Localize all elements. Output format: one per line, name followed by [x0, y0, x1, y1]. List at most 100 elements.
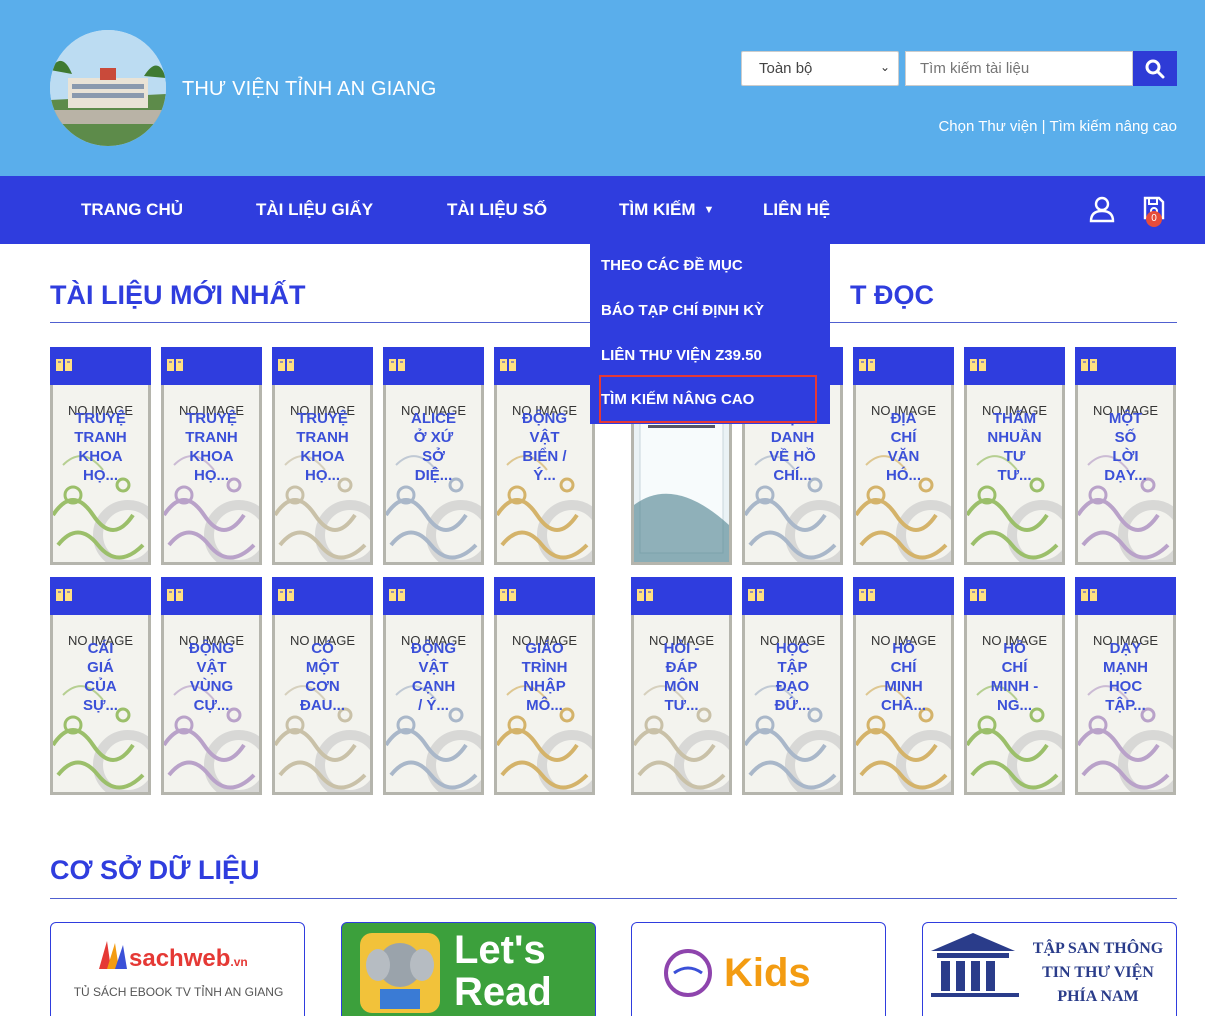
book-card[interactable]: NO IMAGE HỎI - ĐÁP MÔN TƯ... — [631, 577, 732, 795]
book-cover[interactable]: NO IMAGE GIÁO TRÌNH NHẬP MÔ... — [497, 615, 592, 792]
book-title[interactable]: TRUYỆ TRANH KHOA HỌ... — [275, 409, 370, 485]
book-title[interactable]: ĐỊA CHÍ VĂN HÓ... — [856, 409, 951, 485]
user-icon[interactable] — [1088, 195, 1116, 223]
saved-count-badge: 0 — [1146, 211, 1162, 227]
book-cover[interactable]: NO IMAGE ĐỘNG VẬT CẠNH / Ý... — [386, 615, 481, 792]
book-title[interactable]: HỎI - ĐÁP MÔN TƯ... — [634, 639, 729, 715]
book-title-line: HỌ... — [82, 467, 118, 484]
book-cover[interactable]: NO IMAGE TRUYỆ TRANH KHOA HỌ... — [275, 385, 370, 562]
book-cover[interactable]: NO IMAGE CÁI GIÁ CỦA SỰ... — [53, 615, 148, 792]
book-title[interactable]: TRUYỆ TRANH KHOA HỌ... — [164, 409, 259, 485]
book-card[interactable]: NO IMAGE MỘT SỐ LỜI DẠY... — [1075, 347, 1176, 565]
book-cover[interactable]: NO IMAGE HỎI - ĐÁP MÔN TƯ... — [634, 615, 729, 792]
book-card-header — [161, 347, 262, 385]
book-title-line: CƠN — [305, 678, 340, 695]
book-title-line: TRUYỆ — [186, 410, 237, 427]
book-title-line: MẠNH — [1103, 659, 1148, 676]
book-title-line: HỎI - — [663, 640, 700, 657]
book-open-icon — [500, 589, 516, 601]
book-title-line: VẬT — [196, 659, 227, 676]
book-cover[interactable]: NO IMAGE THẤM NHUẦN TƯ TƯ... — [967, 385, 1062, 562]
book-title-line: HỒ — [1003, 640, 1026, 657]
book-open-icon — [167, 589, 183, 601]
book-card[interactable]: NO IMAGE CÁI GIÁ CỦA SỰ... — [50, 577, 151, 795]
book-title-line: KHOA — [189, 448, 234, 465]
book-card-header — [161, 577, 262, 615]
database-card-lets-read[interactable]: Let's Read — [341, 922, 596, 1016]
book-title-line: CỰ... — [193, 697, 230, 714]
book-cover[interactable]: NO IMAGE ĐỘNG VẬT BIỂN / Ý... — [497, 385, 592, 562]
nav-print-documents[interactable]: TÀI LIỆU GIẤY — [256, 200, 373, 220]
search-icon — [1145, 59, 1165, 78]
book-title[interactable]: CÓ MỘT CƠN ĐAU... — [275, 639, 370, 715]
book-title[interactable]: TRUYỆ TRANH KHOA HỌ... — [53, 409, 148, 485]
book-open-icon — [1081, 589, 1097, 601]
book-cover[interactable]: NO IMAGE DẠY MẠNH HỌC TẬP... — [1078, 615, 1173, 792]
book-card[interactable]: NO IMAGE HỒ CHÍ MINH - NG... — [964, 577, 1065, 795]
book-title[interactable]: ĐỘNG VẬT VÙNG CỰ... — [164, 639, 259, 715]
book-card[interactable]: NO IMAGE TRUYỆ TRANH KHOA HỌ... — [161, 347, 262, 565]
nav-digital-documents[interactable]: TÀI LIỆU SỐ — [447, 200, 547, 220]
book-card[interactable]: NO IMAGE DẠY MẠNH HỌC TẬP... — [1075, 577, 1176, 795]
nav-home[interactable]: TRANG CHỦ — [81, 200, 183, 220]
book-title-line: ĐỘNG — [411, 640, 456, 657]
book-card[interactable]: NO IMAGE ĐỘNG VẬT VÙNG CỰ... — [161, 577, 262, 795]
book-cover[interactable]: NO IMAGE ĐỊA CHÍ VĂN HÓ... — [856, 385, 951, 562]
advanced-search-link[interactable]: Tìm kiếm nâng cao — [1049, 118, 1177, 135]
book-card[interactable]: NO IMAGE THẤM NHUẦN TƯ TƯ... — [964, 347, 1065, 565]
book-card-header — [964, 577, 1065, 615]
book-title-line: ĐỘNG — [189, 640, 234, 657]
book-title-line: CẠNH — [411, 678, 456, 695]
choose-library-link[interactable]: Chọn Thư viện — [938, 118, 1037, 135]
book-cover[interactable]: NO IMAGE ĐỘNG VẬT VÙNG CỰ... — [164, 615, 259, 792]
search-scope-select[interactable]: Toàn bộ ⌄ — [741, 51, 899, 86]
book-title[interactable]: ĐỘNG VẬT BIỂN / Ý... — [497, 409, 592, 485]
nav-search-label: TÌM KIẾM — [619, 200, 696, 219]
nav-search[interactable]: TÌM KIẾM ▼ — [619, 200, 714, 220]
book-card[interactable]: NO IMAGE TRUYỆ TRANH KHOA HỌ... — [50, 347, 151, 565]
book-title[interactable]: HỌC TẬP ĐẠO ĐỨ... — [745, 639, 840, 715]
book-card[interactable]: NO IMAGE HỒ CHÍ MINH CHÂ... — [853, 577, 954, 795]
book-card[interactable]: NO IMAGE CÓ MỘT CƠN ĐAU... — [272, 577, 373, 795]
search-input[interactable] — [905, 51, 1133, 86]
site-title[interactable]: THƯ VIỆN TỈNH AN GIANG — [182, 78, 436, 101]
book-title-line: TRANH — [296, 429, 349, 446]
book-cover[interactable]: NO IMAGE TRUYỆ TRANH KHOA HỌ... — [164, 385, 259, 562]
book-title[interactable]: THẤM NHUẦN TƯ TƯ... — [967, 409, 1062, 485]
book-card[interactable]: NO IMAGE ĐỘNG VẬT CẠNH / Ý... — [383, 577, 484, 795]
book-title[interactable]: HỒ CHÍ MINH CHÂ... — [856, 639, 951, 715]
library-logo[interactable] — [50, 30, 166, 146]
dropdown-item-by-subject[interactable]: THEO CÁC ĐỀ MỤC — [601, 257, 743, 274]
book-card[interactable]: NO IMAGE HỌC TẬP ĐẠO ĐỨ... — [742, 577, 843, 795]
dropdown-item-periodicals[interactable]: BÁO TẠP CHÍ ĐỊNH KỲ — [601, 302, 764, 319]
database-card-tap-san[interactable]: TẬP SAN THÔNG TIN THƯ VIỆN PHÍA NAM — [922, 922, 1177, 1016]
book-title[interactable]: ĐỘNG VẬT CẠNH / Ý... — [386, 639, 481, 715]
book-title[interactable]: DẠY MẠNH HỌC TẬP... — [1078, 639, 1173, 715]
book-title-line: TẬP — [777, 659, 808, 676]
book-card-header — [631, 577, 732, 615]
book-card[interactable]: NO IMAGE ĐỊA CHÍ VĂN HÓ... — [853, 347, 954, 565]
book-cover[interactable]: NO IMAGE ALICE Ở XỨ SỞ DIỆ... — [386, 385, 481, 562]
book-cover[interactable]: NO IMAGE HỒ CHÍ MINH - NG... — [967, 615, 1062, 792]
search-button[interactable] — [1133, 51, 1177, 86]
nav-contact[interactable]: LIÊN HỆ — [763, 200, 830, 220]
database-card-sachweb[interactable]: sachweb.vn TỦ SÁCH EBOOK TV TỈNH AN GIAN… — [50, 922, 305, 1016]
book-cover[interactable]: NO IMAGE CÓ MỘT CƠN ĐAU... — [275, 615, 370, 792]
dropdown-item-z3950[interactable]: LIÊN THƯ VIỆN Z39.50 — [601, 347, 762, 364]
database-card-kids[interactable]: Kids — [631, 922, 886, 1016]
book-card[interactable]: NO IMAGE ĐỘNG VẬT BIỂN / Ý... — [494, 347, 595, 565]
book-card[interactable]: NO IMAGE GIÁO TRÌNH NHẬP MÔ... — [494, 577, 595, 795]
book-title[interactable]: CÁI GIÁ CỦA SỰ... — [53, 639, 148, 715]
book-title[interactable]: HỒ CHÍ MINH - NG... — [967, 639, 1062, 715]
book-card[interactable]: NO IMAGE TRUYỆ TRANH KHOA HỌ... — [272, 347, 373, 565]
book-title[interactable]: GIÁO TRÌNH NHẬP MÔ... — [497, 639, 592, 715]
book-card[interactable]: NO IMAGE ALICE Ở XỨ SỞ DIỆ... — [383, 347, 484, 565]
book-title-line: VẬT — [418, 659, 449, 676]
book-title[interactable]: MỘT SỐ LỜI DẠY... — [1078, 409, 1173, 485]
book-cover[interactable]: NO IMAGE HỌC TẬP ĐẠO ĐỨ... — [745, 615, 840, 792]
kids-logo-text: Kids — [724, 951, 811, 995]
book-cover[interactable]: NO IMAGE MỘT SỐ LỜI DẠY... — [1078, 385, 1173, 562]
book-cover[interactable]: NO IMAGE HỒ CHÍ MINH CHÂ... — [856, 615, 951, 792]
book-cover[interactable]: NO IMAGE TRUYỆ TRANH KHOA HỌ... — [53, 385, 148, 562]
book-title[interactable]: ALICE Ở XỨ SỞ DIỆ... — [386, 409, 481, 485]
